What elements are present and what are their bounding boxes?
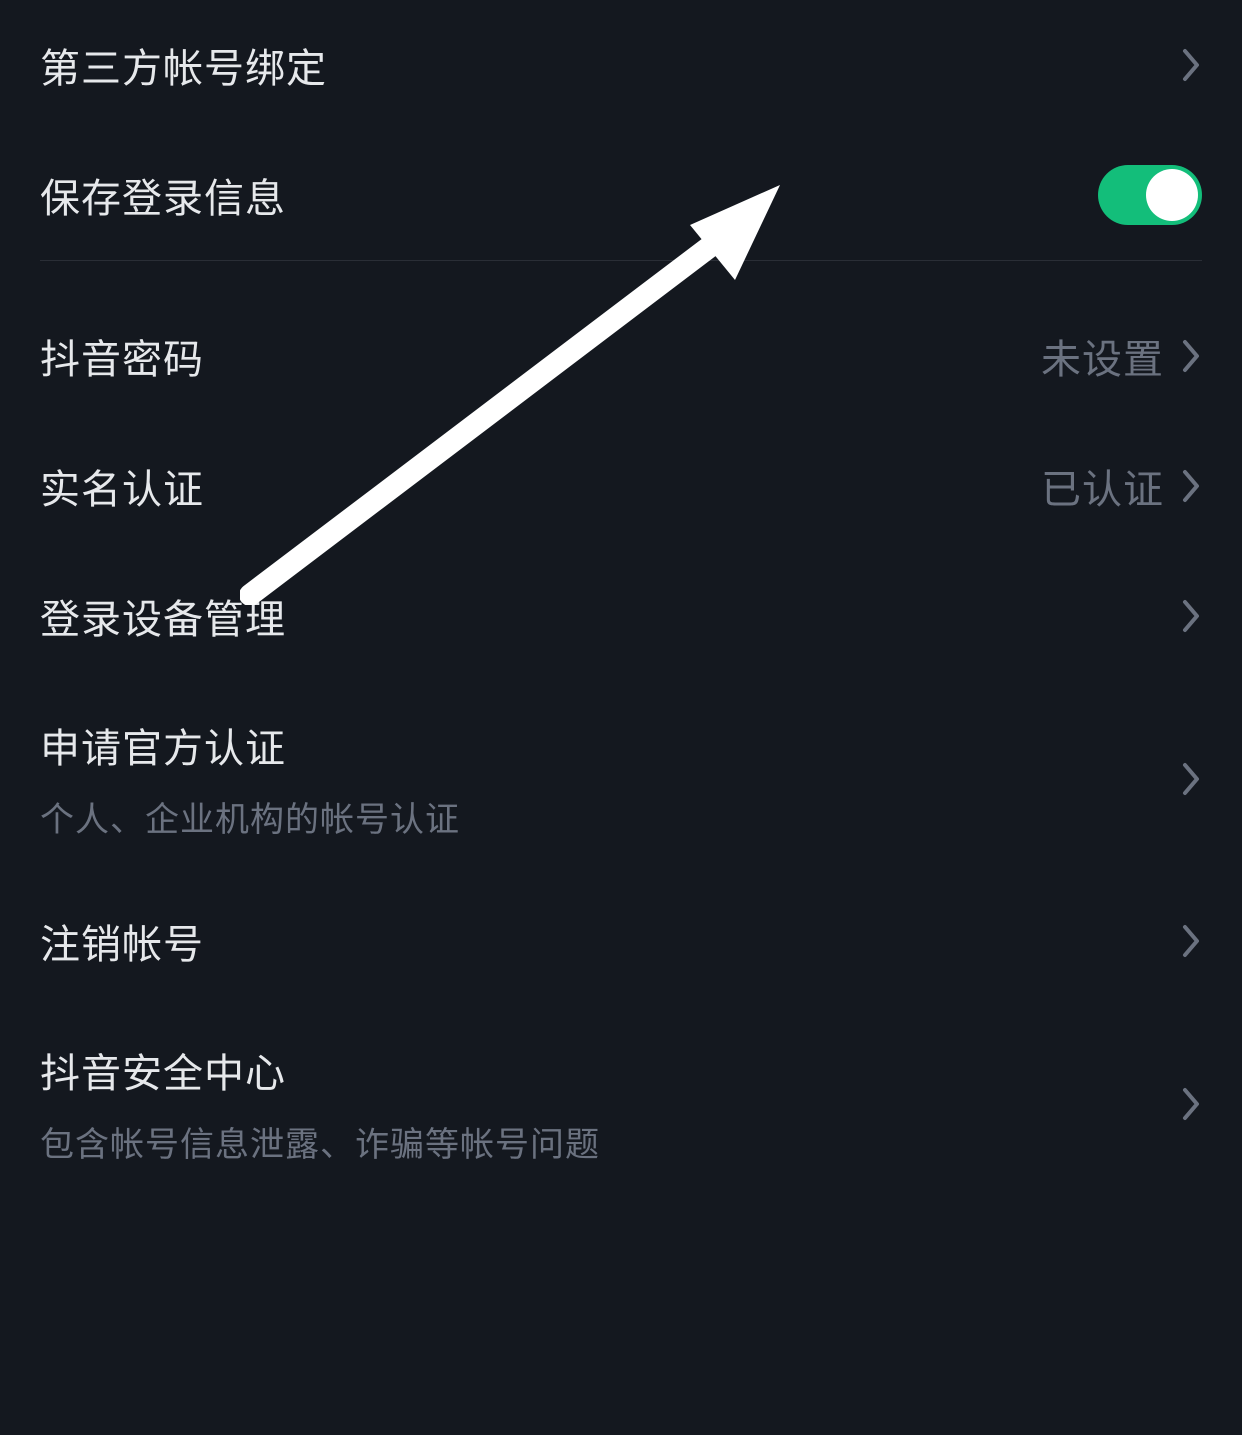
setting-label: 申请官方认证 [40, 716, 460, 774]
setting-save-login-info[interactable]: 保存登录信息 [40, 130, 1202, 260]
setting-label: 登录设备管理 [40, 587, 286, 645]
setting-label: 抖音密码 [40, 327, 204, 385]
toggle-knob [1146, 169, 1198, 221]
setting-label: 抖音安全中心 [40, 1041, 600, 1099]
setting-real-name-auth[interactable]: 实名认证 已认证 [40, 421, 1202, 551]
setting-login-device-management[interactable]: 登录设备管理 [40, 551, 1202, 681]
setting-label: 保存登录信息 [40, 166, 286, 224]
chevron-right-icon [1182, 469, 1202, 503]
setting-third-party-binding[interactable]: 第三方帐号绑定 [40, 0, 1202, 130]
chevron-right-icon [1182, 599, 1202, 633]
setting-security-center[interactable]: 抖音安全中心 包含帐号信息泄露、诈骗等帐号问题 [40, 1006, 1202, 1201]
chevron-right-icon [1182, 339, 1202, 373]
setting-douyin-password[interactable]: 抖音密码 未设置 [40, 291, 1202, 421]
chevron-right-icon [1182, 924, 1202, 958]
setting-official-verification[interactable]: 申请官方认证 个人、企业机构的帐号认证 [40, 681, 1202, 876]
setting-value: 已认证 [1041, 457, 1164, 515]
chevron-right-icon [1182, 1087, 1202, 1121]
section-divider [40, 260, 1202, 261]
chevron-right-icon [1182, 762, 1202, 796]
settings-list: 第三方帐号绑定 保存登录信息 抖音密码 未设置 [0, 0, 1242, 1201]
setting-subtitle: 包含帐号信息泄露、诈骗等帐号问题 [40, 1117, 600, 1166]
setting-label: 实名认证 [40, 457, 204, 515]
toggle-switch[interactable] [1098, 165, 1202, 225]
setting-label: 第三方帐号绑定 [40, 36, 327, 94]
chevron-right-icon [1182, 48, 1202, 82]
setting-subtitle: 个人、企业机构的帐号认证 [40, 792, 460, 841]
setting-label: 注销帐号 [40, 912, 204, 970]
setting-value: 未设置 [1041, 327, 1164, 385]
setting-delete-account[interactable]: 注销帐号 [40, 876, 1202, 1006]
